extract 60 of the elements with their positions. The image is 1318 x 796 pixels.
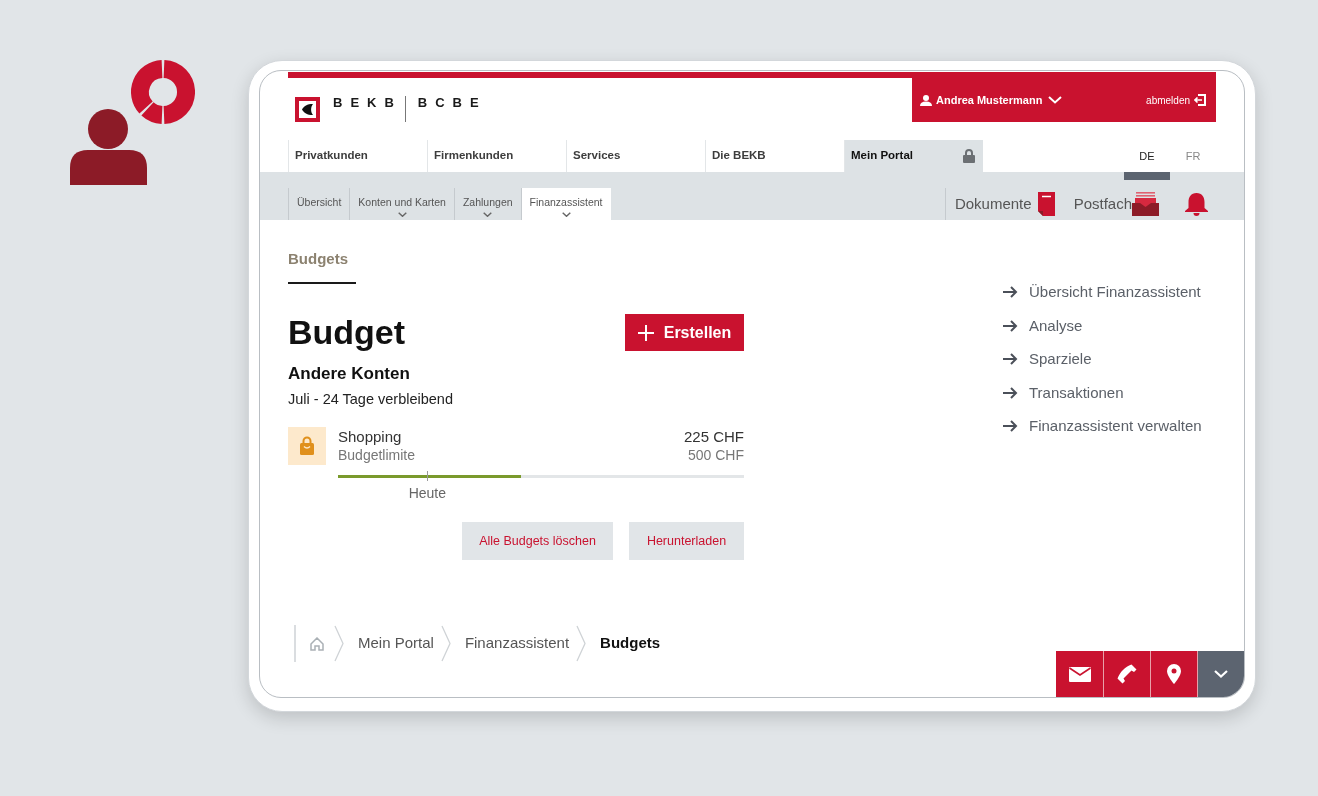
document-icon — [1037, 192, 1055, 216]
plus-icon — [637, 324, 654, 341]
bank-logo-icon — [295, 97, 320, 122]
notifications-button[interactable] — [1185, 192, 1208, 216]
breadcrumb-link[interactable]: Mein Portal — [358, 632, 434, 655]
limit-amount: 500 CHF — [687, 446, 744, 465]
arrow-right-icon — [1002, 286, 1018, 298]
mail-button[interactable] — [1056, 651, 1103, 697]
chevron-down-icon — [561, 212, 571, 217]
side-link[interactable]: Finanzassistent verwalten — [1002, 416, 1202, 436]
arrow-right-icon — [1002, 420, 1018, 432]
side-link[interactable]: Transaktionen — [1002, 382, 1202, 403]
current-page-label: Budgets — [600, 633, 661, 654]
logo-text: BCBE — [417, 95, 487, 111]
breadcrumb-link[interactable]: Finanzassistent — [464, 632, 570, 655]
logout-link[interactable]: abmelden — [1146, 92, 1206, 108]
chevron-down-icon — [483, 212, 493, 217]
logo-text: BEKB — [333, 95, 402, 111]
logout-icon — [1194, 94, 1206, 106]
phone-icon — [1117, 664, 1137, 684]
bell-icon — [1185, 192, 1208, 216]
language-tab[interactable]: FR — [1170, 140, 1216, 172]
location-button[interactable] — [1150, 651, 1197, 697]
user-menu-button[interactable]: Andrea Mustermann — [920, 91, 1063, 109]
download-button[interactable]: Herunterladen — [629, 522, 744, 560]
phone-button[interactable] — [1103, 651, 1150, 697]
section-tab[interactable]: Budgets — [288, 249, 356, 284]
delete-all-button[interactable]: Alle Budgets löschen — [462, 522, 613, 560]
side-link[interactable]: Sparziele — [1002, 349, 1202, 369]
limit-label: Budgetlimite — [338, 446, 416, 465]
inbox-link[interactable]: Postfach — [1073, 192, 1159, 216]
breadcrumb-chevron-icon — [334, 625, 344, 662]
chevron-down-icon — [1048, 96, 1063, 104]
mail-icon — [1068, 666, 1091, 682]
side-link[interactable]: Analyse — [1002, 315, 1202, 336]
create-button[interactable]: Erstellen — [625, 314, 744, 351]
chevron-down-icon — [1214, 670, 1228, 678]
budget-category: Shopping — [338, 427, 402, 446]
spent-amount: 225 CHF — [683, 427, 744, 446]
breadcrumb-chevron-icon — [440, 625, 451, 662]
subnav-tab[interactable]: Finanzassistent — [520, 188, 611, 220]
period-text: Juli - 24 Tage verbleibend — [288, 390, 454, 409]
arrow-right-icon — [1002, 319, 1018, 332]
arrow-right-icon — [1002, 386, 1018, 399]
chevron-down-icon — [397, 212, 407, 217]
documents-link[interactable]: Dokumente — [954, 192, 1055, 216]
shopping-bag-icon — [288, 427, 326, 465]
account-name: Andere Konten — [288, 363, 411, 385]
lock-icon — [963, 149, 975, 163]
breadcrumb-chevron-icon — [576, 625, 587, 662]
location-pin-icon — [1167, 664, 1181, 684]
user-icon — [920, 94, 932, 106]
inbox-icon — [1132, 192, 1159, 216]
today-label: Heute — [408, 484, 446, 502]
arrow-right-icon — [1002, 353, 1018, 365]
side-link[interactable]: Übersicht Finanzassistent — [1002, 282, 1202, 302]
page-title: Budget — [288, 314, 406, 351]
today-marker-icon — [427, 471, 429, 481]
collapse-button[interactable] — [1197, 651, 1244, 697]
nav-tab[interactable]: Mein Portal — [844, 140, 983, 172]
